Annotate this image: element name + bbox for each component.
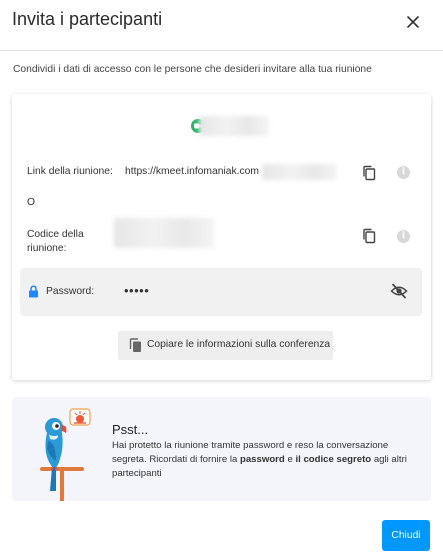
tip-title: Psst... <box>112 422 149 437</box>
eye-off-icon[interactable] <box>390 283 408 299</box>
meeting-info-card: Link della riunione: https://kmeet.infom… <box>12 94 431 380</box>
security-tip-panel: Psst... Hai protetto la riunione tramite… <box>12 397 431 501</box>
copy-conference-info-label: Copiare le informazioni sulla conferenza <box>147 339 331 350</box>
tip-body-secret-code: il codice segreto <box>295 454 372 465</box>
meeting-link-value: https://kmeet.infomaniak.com <box>125 166 259 177</box>
meeting-link-label: Link della riunione: <box>27 166 113 177</box>
code-info-icon[interactable]: i <box>397 230 410 243</box>
copy-link-icon[interactable] <box>362 165 376 181</box>
dialog-header: Invita i partecipanti <box>0 0 443 51</box>
meeting-code-redacted <box>114 218 214 248</box>
parrot-illustration <box>40 408 91 501</box>
link-info-icon[interactable]: i <box>397 166 410 179</box>
lock-icon <box>29 285 38 298</box>
dialog-title: Invita i partecipanti <box>12 9 163 29</box>
meeting-name-redacted <box>199 116 269 136</box>
tip-body-password: password <box>239 454 285 465</box>
copy-icon <box>129 338 141 352</box>
dialog-subtitle: Condividi i dati di accesso con le perso… <box>13 64 372 75</box>
tip-body-text: e <box>284 454 296 465</box>
meeting-code-label: Codice della riunione: <box>27 229 84 254</box>
password-row: Password: ••••• <box>20 268 422 316</box>
password-label: Password: <box>46 286 95 297</box>
copy-conference-info-button[interactable]: Copiare le informazioni sulla conferenza <box>118 331 333 360</box>
close-icon[interactable] <box>402 11 424 33</box>
meeting-link-redacted <box>262 164 337 180</box>
close-dialog-button[interactable]: Chiudi <box>382 520 430 551</box>
separator-or: O <box>27 197 36 208</box>
password-value: ••••• <box>124 283 150 298</box>
copy-code-icon[interactable] <box>362 228 376 244</box>
tip-body: Hai protetto la riunione tramite passwor… <box>112 439 417 481</box>
